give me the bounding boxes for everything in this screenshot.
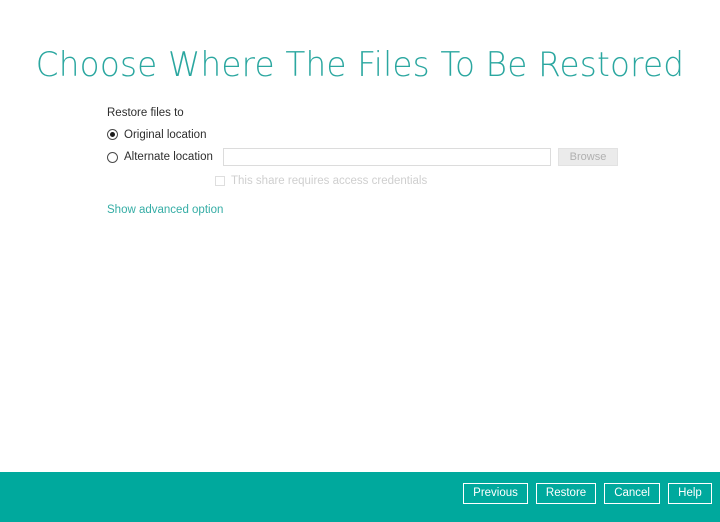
- credentials-checkbox[interactable]: [215, 176, 225, 186]
- browse-button[interactable]: Browse: [558, 148, 618, 166]
- radio-original-location-label: Original location: [124, 128, 207, 141]
- show-advanced-option-link[interactable]: Show advanced option: [107, 203, 223, 217]
- radio-original-location-indicator[interactable]: [107, 129, 118, 140]
- radio-alternate-location-label[interactable]: Alternate location: [124, 150, 219, 164]
- previous-button[interactable]: Previous: [463, 483, 528, 504]
- cancel-button[interactable]: Cancel: [604, 483, 660, 504]
- restore-button[interactable]: Restore: [535, 483, 597, 504]
- alternate-location-path-input[interactable]: [223, 148, 551, 166]
- footer-bar: Previous Restore Cancel Help: [0, 472, 720, 522]
- footer-button-group: Previous Restore Cancel Help: [463, 483, 712, 504]
- radio-alternate-location-indicator[interactable]: [107, 151, 118, 163]
- credentials-checkbox-label: This share requires access credentials: [231, 175, 428, 187]
- restore-files-to-label: Restore files to: [107, 107, 184, 119]
- radio-option-alternate-location-row: Alternate location Browse: [107, 146, 627, 168]
- restore-destination-form: Restore files to Original location Alter…: [107, 106, 627, 218]
- help-button[interactable]: Help: [668, 483, 712, 504]
- credentials-checkbox-row[interactable]: This share requires access credentials: [215, 172, 627, 190]
- page-title: Choose Where The Files To Be Restored: [35, 44, 685, 85]
- wizard-page: Choose Where The Files To Be Restored Re…: [0, 0, 720, 522]
- radio-option-original-location[interactable]: Original location: [107, 124, 627, 145]
